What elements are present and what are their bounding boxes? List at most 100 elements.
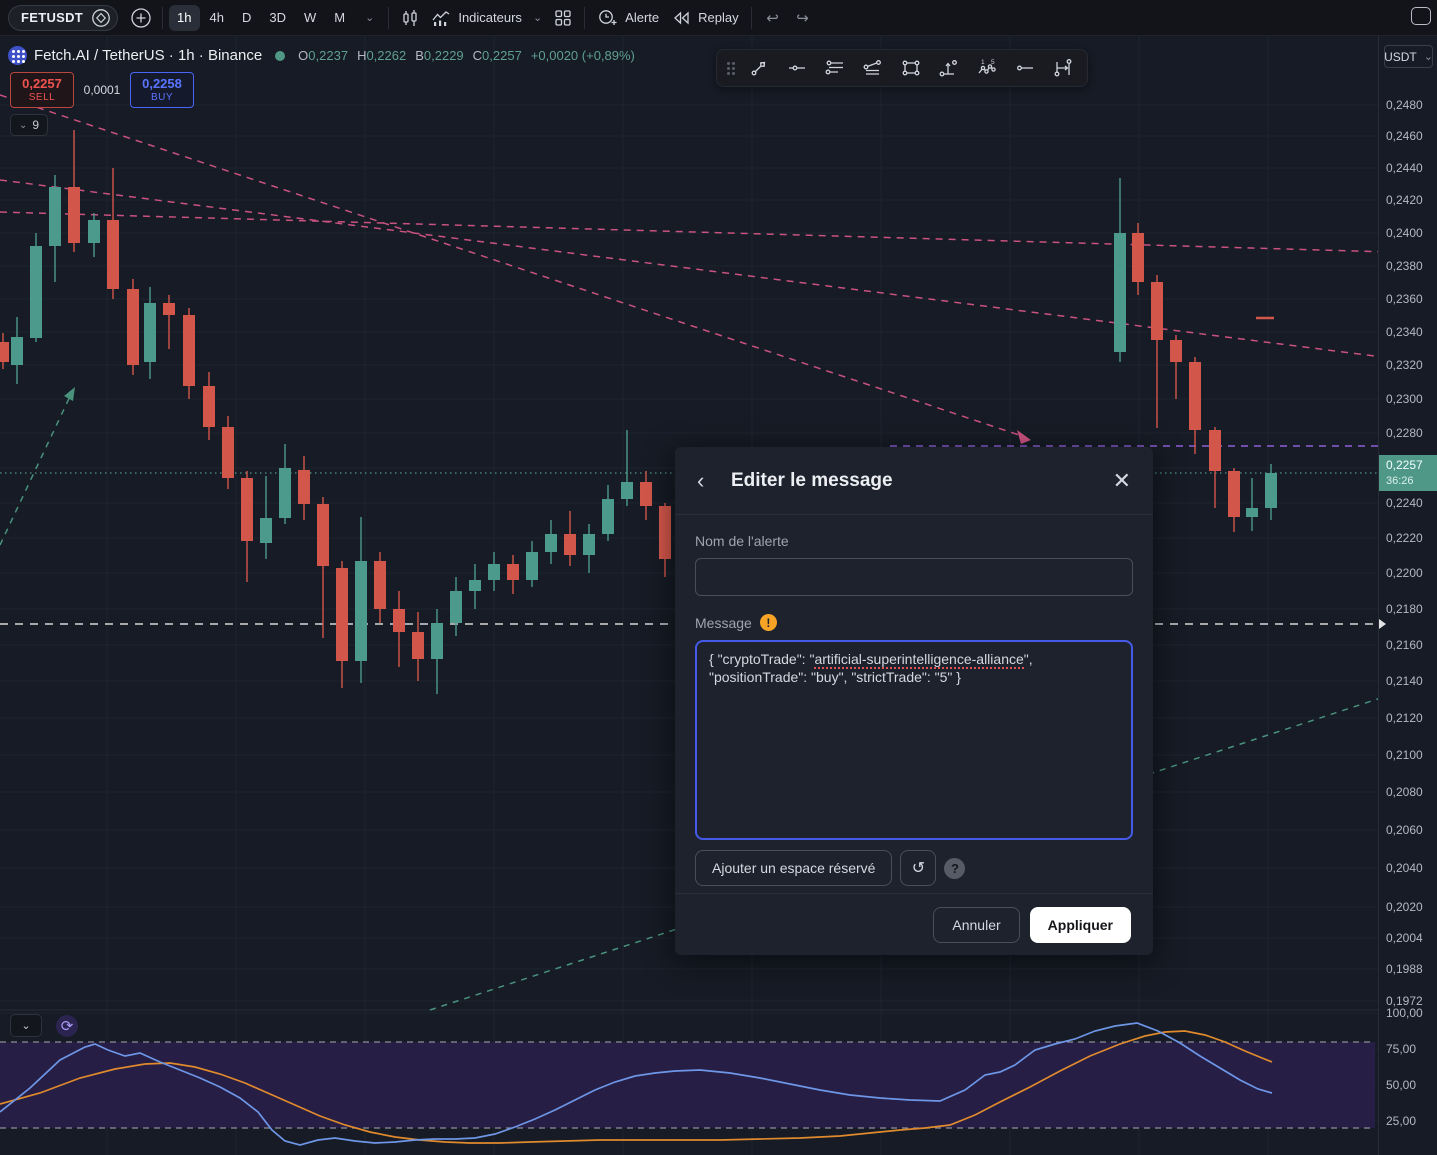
undo-icon[interactable]: ↩	[758, 3, 788, 33]
chart-legend: Fetch.AI / TetherUS · 1h · Binance O0,22…	[8, 46, 635, 65]
help-icon[interactable]: ?	[944, 858, 965, 879]
svg-text:1: 1	[981, 59, 985, 66]
trend-line-arrow-tool[interactable]	[741, 53, 777, 83]
current-price-value: 0,2257	[1386, 458, 1437, 474]
alert-button[interactable]: Alerte	[591, 3, 665, 33]
alarm-clock-icon	[597, 7, 618, 28]
cancel-button[interactable]: Annuler	[933, 907, 1019, 943]
message-text: ",	[1024, 651, 1033, 667]
buy-label: BUY	[151, 92, 173, 104]
sell-button[interactable]: 0,2257 SELL	[10, 72, 74, 108]
price-tick: 0,2200	[1386, 566, 1423, 580]
timeframe-more-chevron[interactable]: ⌄	[353, 5, 382, 31]
add-symbol-icon[interactable]	[126, 3, 156, 33]
alert-name-input[interactable]	[695, 558, 1133, 596]
price-tick: 0,2080	[1386, 785, 1423, 799]
indicator-tick: 50,00	[1386, 1078, 1416, 1092]
ohlc-values: O0,2237H0,2262B0,2229C0,2257	[298, 48, 522, 63]
close-icon[interactable]: ✕	[1113, 470, 1131, 492]
symbol-label: FETUSDT	[21, 10, 83, 25]
price-axis[interactable]: USDT ⌄ 0,24800,24600,24400,24200,24000,2…	[1378, 36, 1437, 1155]
price-tick: 0,2300	[1386, 392, 1423, 406]
dialog-body: Nom de l'alerte Message ! { "cryptoTrade…	[675, 515, 1153, 886]
indicator-tick: 25,00	[1386, 1114, 1416, 1128]
indicators-label: Indicateurs	[458, 10, 522, 25]
warning-icon[interactable]: !	[760, 614, 777, 631]
rectangle-tool[interactable]	[893, 53, 929, 83]
fan-lines-tool[interactable]	[855, 53, 891, 83]
buy-price: 0,2258	[142, 77, 182, 92]
layout-grid-icon[interactable]	[548, 3, 578, 33]
price-tick: 0,2160	[1386, 638, 1423, 652]
buy-button[interactable]: 0,2258 BUY	[130, 72, 194, 108]
horizontal-ray-tool[interactable]	[1007, 53, 1043, 83]
redo-icon[interactable]: ↪	[788, 3, 818, 33]
price-tick: 0,2320	[1386, 358, 1423, 372]
price-tick: 0,2400	[1386, 226, 1423, 240]
replay-icon	[671, 8, 691, 28]
indicators-button[interactable]: Indicateurs ⌄	[425, 3, 548, 33]
dialog-footer: Annuler Appliquer	[675, 893, 1153, 955]
price-tick: 0,2280	[1386, 426, 1423, 440]
message-text: { "cryptoTrade": "	[709, 651, 814, 667]
divider	[751, 7, 752, 29]
price-tick: 0,2140	[1386, 674, 1423, 688]
elliott-wave-tool[interactable]: 15	[969, 53, 1005, 83]
indicator-tick: 75,00	[1386, 1042, 1416, 1056]
price-tick: 0,2060	[1386, 823, 1423, 837]
market-status-icon[interactable]	[275, 51, 285, 61]
back-icon[interactable]: ‹	[697, 468, 723, 494]
timeframe-1h[interactable]: 1h	[169, 5, 199, 31]
price-tick: 0,2120	[1386, 711, 1423, 725]
timeframe-group: 1h4hD3DWM	[169, 5, 353, 31]
sync-icon[interactable]: ⟳	[56, 1015, 78, 1037]
date-price-range-tool[interactable]	[1045, 53, 1081, 83]
timeframe-3d[interactable]: 3D	[261, 5, 294, 31]
chevron-down-icon: ⌄	[19, 120, 27, 131]
object-tree-count: 9	[32, 118, 39, 132]
object-tree-button[interactable]: ⌄ 9	[10, 114, 48, 136]
horizontal-line-tool[interactable]	[779, 53, 815, 83]
replay-button[interactable]: Replay	[665, 3, 744, 33]
timeframe-d[interactable]: D	[234, 5, 259, 31]
price-tick: 0,2020	[1386, 900, 1423, 914]
timeframe-4h[interactable]: 4h	[202, 5, 232, 31]
timeframe-w[interactable]: W	[296, 5, 324, 31]
edit-message-dialog: ‹ Editer le message ✕ Nom de l'alerte Me…	[675, 447, 1153, 955]
chart-style-icon[interactable]	[395, 3, 425, 33]
price-tick: 0,1988	[1386, 962, 1423, 976]
parallel-lines-tool[interactable]	[817, 53, 853, 83]
chevron-down-icon: ⌄	[533, 11, 542, 24]
trade-buttons: 0,2257 SELL 0,0001 0,2258 BUY	[10, 72, 194, 108]
message-misspelled-word: artificial-superintelligence-alliance	[814, 651, 1023, 669]
message-textarea[interactable]: { "cryptoTrade": "artificial-superintell…	[695, 640, 1133, 840]
stochastic-band	[0, 1042, 1375, 1128]
price-tick: 0,2360	[1386, 292, 1423, 306]
add-placeholder-button[interactable]: Ajouter un espace réservé	[695, 850, 892, 886]
alert-level-marker-icon[interactable]	[1379, 619, 1386, 629]
symbol-search-button[interactable]: FETUSDT	[8, 5, 118, 31]
message-text: "positionTrade": "buy", "strictTrade": "…	[709, 669, 961, 685]
price-tick: 0,2180	[1386, 602, 1423, 616]
dialog-header: ‹ Editer le message ✕	[675, 447, 1153, 515]
timeframe-m[interactable]: M	[326, 5, 353, 31]
collapse-pane-button[interactable]: ⌄	[10, 1014, 42, 1037]
drawing-toolbar: 15	[716, 49, 1088, 87]
price-tick: 0,2220	[1386, 531, 1423, 545]
bar-countdown: 36:26	[1386, 474, 1437, 488]
sell-price: 0,2257	[22, 77, 62, 92]
drag-handle[interactable]	[727, 62, 735, 75]
spread-value: 0,0001	[74, 83, 130, 97]
apply-button[interactable]: Appliquer	[1030, 907, 1131, 943]
currency-selector[interactable]: USDT ⌄	[1384, 45, 1433, 68]
dialog-title: Editer le message	[731, 470, 1113, 492]
trading-app: FETUSDT 1h4hD3DWM ⌄ Indic	[0, 0, 1437, 1155]
indicator-tick: 100,00	[1386, 1006, 1423, 1020]
panel-toggle-icon[interactable]	[1411, 7, 1431, 25]
reset-message-button[interactable]: ↺	[900, 850, 936, 886]
message-label-row: Message !	[695, 614, 1133, 631]
symbol-title[interactable]: Fetch.AI / TetherUS · 1h · Binance	[34, 47, 262, 64]
long-position-tool[interactable]	[931, 53, 967, 83]
alert-name-label: Nom de l'alerte	[695, 533, 1133, 549]
currency-label: USDT	[1384, 50, 1417, 64]
